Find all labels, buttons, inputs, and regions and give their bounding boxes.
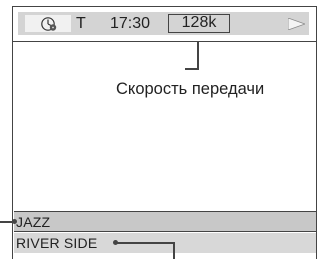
bitrate-box: 128k — [168, 14, 230, 33]
bitrate-value: 128k — [181, 14, 217, 31]
genre-text: JAZZ — [16, 214, 51, 230]
callout-leader-base — [185, 68, 199, 70]
playback-time: 17:30 — [110, 15, 151, 32]
status-bar: T 17:30 128k — [12, 6, 317, 42]
mode-indicator: T — [76, 15, 86, 32]
bitrate-caption: Скорость передачи — [116, 80, 265, 98]
clock-disc-icon — [41, 17, 57, 31]
album-text: RIVER SIDE — [16, 235, 98, 251]
album-callout-line-v — [173, 242, 175, 259]
status-bar-inner: T 17:30 128k — [18, 12, 309, 35]
genre-row: JAZZ — [14, 211, 316, 232]
genre-callout-line — [0, 221, 13, 223]
callout-leader-line — [197, 41, 199, 69]
play-icon — [288, 18, 305, 30]
clock-cell — [25, 15, 71, 32]
album-callout-line-h — [117, 242, 174, 244]
